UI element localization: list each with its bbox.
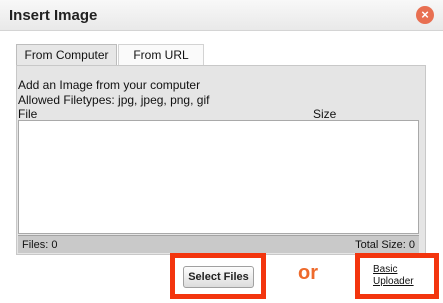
basic-uploader-label-line1: Basic [373, 264, 398, 275]
select-files-button[interactable]: Select Files [183, 266, 254, 288]
tab-from-url[interactable]: From URL [118, 44, 204, 65]
column-header-file: File [18, 107, 38, 121]
basic-uploader-link[interactable]: Basic Uploader [373, 264, 425, 288]
total-size: Total Size: 0 [355, 239, 415, 251]
insert-image-dialog: Insert Image × From Computer From URL Ad… [0, 0, 443, 303]
file-list[interactable] [18, 120, 419, 234]
allowed-filetypes-text: Allowed Filetypes: jpg, jpeg, png, gif [18, 93, 210, 107]
dialog-titlebar: Insert Image × [0, 0, 443, 31]
file-list-footer: Files: 0 Total Size: 0 [18, 235, 419, 253]
tab-from-computer[interactable]: From Computer [16, 44, 117, 65]
column-header-size: Size [313, 107, 337, 121]
files-count: Files: 0 [22, 239, 58, 251]
close-icon[interactable]: × [416, 6, 434, 24]
or-label: or [298, 262, 318, 284]
instruction-text: Add an Image from your computer [18, 78, 201, 92]
dialog-title: Insert Image [9, 7, 98, 24]
basic-uploader-label-line2: Uploader [373, 276, 414, 287]
